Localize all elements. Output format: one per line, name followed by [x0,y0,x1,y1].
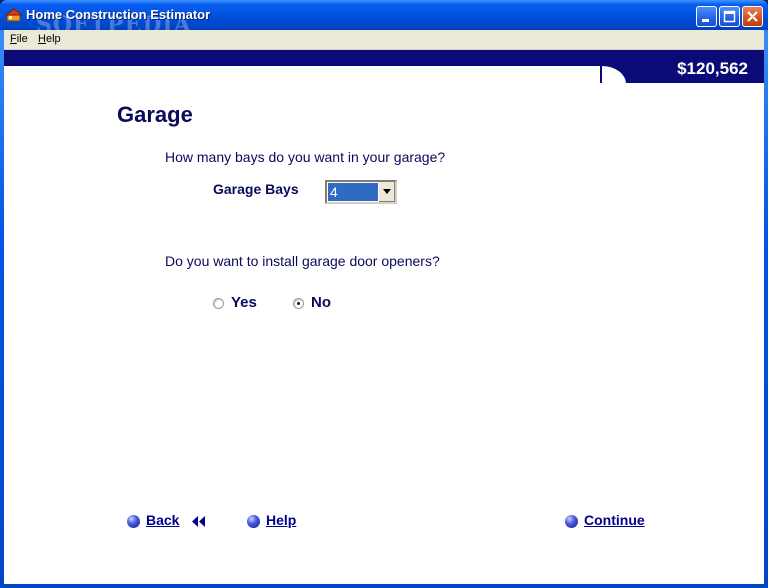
rewind-icon[interactable] [192,516,205,527]
menu-help[interactable]: Help [38,33,61,45]
garage-bays-label: Garage Bays [213,181,299,197]
openers-no-label[interactable]: No [311,294,331,311]
dropdown-button[interactable] [378,182,395,202]
garage-bays-select[interactable]: 4 [325,180,397,204]
back-label[interactable]: Back [146,512,179,528]
maximize-button[interactable] [719,6,740,27]
minimize-icon [702,19,709,22]
openers-yes-label[interactable]: Yes [231,294,257,311]
estimate-total: $120,562 [677,59,748,78]
page-title: Garage [117,102,193,127]
radio-button-checked[interactable] [293,298,304,309]
title-bar[interactable]: SOFTPEDIA Home Construction Estimator [0,0,768,38]
window-title: Home Construction Estimator [26,7,211,22]
openers-question: Do you want to install garage door opene… [165,253,440,269]
maximize-icon [723,10,736,23]
menu-file[interactable]: File [10,33,28,45]
app-window: SOFTPEDIA Home Construction Estimator Fi… [0,0,768,588]
client-area: File Help $120,562 www.softpedia.com Gar… [4,30,764,584]
continue-label[interactable]: Continue [584,512,645,528]
bays-question: How many bays do you want in your garage… [165,149,446,165]
bullet-ball-icon [127,515,140,528]
garage-bays-value: 4 [327,182,379,202]
bullet-ball-icon [565,515,578,528]
chevron-down-icon [383,189,391,194]
watermark-url: www.softpedia.com [42,78,120,88]
close-icon [747,11,758,22]
bullet-ball-icon [247,515,260,528]
minimize-button[interactable] [696,6,717,27]
help-label[interactable]: Help [266,512,296,528]
radio-button-unchecked[interactable] [213,298,224,309]
app-icon [4,8,24,22]
menu-bar: File Help [4,30,764,50]
close-button[interactable] [742,6,763,27]
